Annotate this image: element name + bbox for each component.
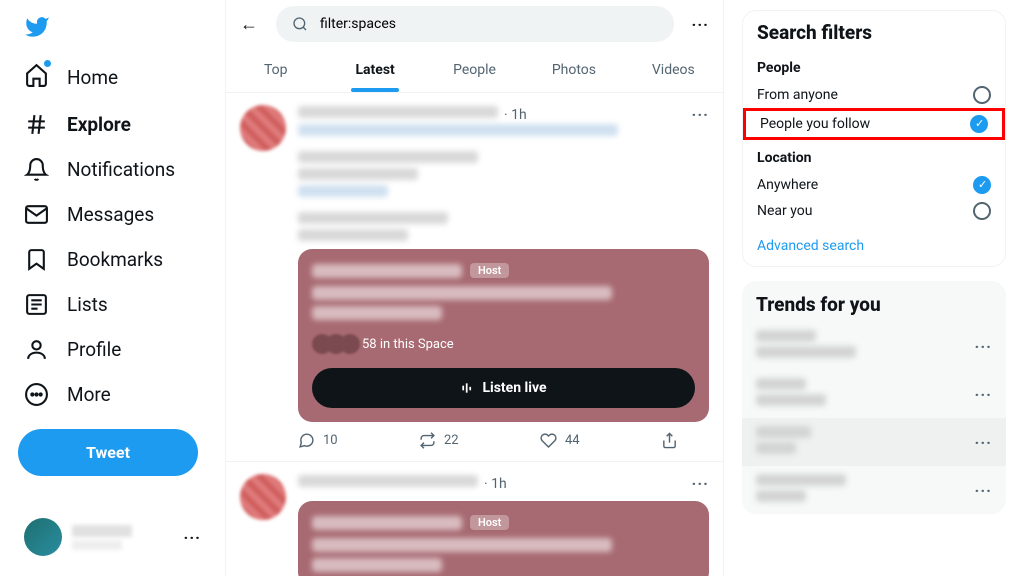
share-button[interactable]	[661, 432, 678, 449]
tab-latest[interactable]: Latest	[325, 48, 424, 92]
hash-icon	[24, 112, 49, 137]
home-icon	[24, 62, 49, 87]
tweet-text	[298, 229, 408, 241]
retweet-button[interactable]: 22	[419, 432, 459, 449]
trend-item[interactable]: ···	[742, 370, 1006, 418]
tweet-text	[298, 124, 618, 136]
nav-profile[interactable]: Profile	[12, 327, 213, 372]
nav-lists-label: Lists	[67, 293, 108, 316]
tweet-time: · 1h	[484, 476, 507, 492]
tweet-avatar[interactable]	[240, 474, 286, 520]
nav-messages-label: Messages	[67, 203, 154, 226]
feed: · 1h ··· Host	[226, 93, 723, 576]
avatar	[24, 518, 62, 556]
tweet-more-icon[interactable]: ···	[692, 105, 709, 124]
radio-icon	[973, 202, 991, 220]
host-badge: Host	[470, 263, 509, 278]
trend-item[interactable]: ···	[742, 322, 1006, 370]
listen-live-button[interactable]: Listen live	[312, 368, 695, 408]
person-icon	[24, 337, 49, 362]
radio-checked-icon	[973, 176, 991, 194]
trend-item[interactable]: ···	[742, 466, 1006, 514]
filter-anywhere[interactable]: Anywhere	[757, 172, 991, 198]
tweet-author	[298, 106, 498, 118]
trend-more-icon[interactable]: ···	[975, 481, 992, 500]
search-filters-panel: Search filters People From anyone People…	[742, 10, 1006, 267]
right-column: Search filters People From anyone People…	[724, 0, 1024, 576]
trend-item[interactable]: ···	[742, 418, 1006, 466]
space-card[interactable]: Host 58 in this Space Listen live	[298, 249, 709, 422]
nav-notifications[interactable]: Notifications	[12, 147, 213, 192]
nav-explore[interactable]: Explore	[12, 102, 213, 147]
tab-people[interactable]: People	[425, 48, 524, 92]
filter-people-title: People	[757, 60, 991, 76]
search-input[interactable]	[320, 16, 658, 32]
nav-notifications-label: Notifications	[67, 158, 175, 181]
tweet-author	[298, 475, 478, 487]
tweet[interactable]: · 1h ··· Host	[226, 93, 723, 462]
mail-icon	[24, 202, 49, 227]
tweet-button[interactable]: Tweet	[18, 429, 198, 476]
list-icon	[24, 292, 49, 317]
search-header: ← ···	[226, 0, 723, 48]
nav-bookmarks-label: Bookmarks	[67, 248, 163, 271]
account-handle	[72, 540, 122, 550]
tweet-actions: 10 22 44	[298, 432, 678, 449]
filter-from-anyone[interactable]: From anyone	[757, 82, 991, 108]
filters-title: Search filters	[743, 11, 1005, 50]
listener-avatars	[312, 334, 354, 354]
advanced-search-link[interactable]: Advanced search	[743, 228, 1005, 254]
tab-videos[interactable]: Videos	[624, 48, 723, 92]
filter-location-title: Location	[757, 150, 991, 166]
space-card[interactable]: Host	[298, 501, 709, 576]
tweet[interactable]: · 1h ··· Host	[226, 462, 723, 576]
account-switcher[interactable]: ···	[12, 510, 213, 564]
twitter-logo-icon[interactable]	[24, 14, 50, 40]
sidebar: Home Explore Notifications Messages Book…	[0, 0, 225, 576]
bookmark-icon	[24, 247, 49, 272]
bell-icon	[24, 157, 49, 182]
tweet-text	[298, 168, 418, 180]
tweet-more-icon[interactable]: ···	[692, 474, 709, 493]
tab-photos[interactable]: Photos	[524, 48, 623, 92]
more-circle-icon	[24, 382, 49, 407]
trend-more-icon[interactable]: ···	[975, 385, 992, 404]
nav-lists[interactable]: Lists	[12, 282, 213, 327]
nav-more[interactable]: More	[12, 372, 213, 417]
nav-messages[interactable]: Messages	[12, 192, 213, 237]
filter-near-you[interactable]: Near you	[757, 198, 991, 224]
main-column: ← ··· Top Latest People Photos Videos · …	[225, 0, 724, 576]
radio-icon	[973, 86, 991, 104]
nav-home[interactable]: Home	[12, 52, 213, 102]
filter-people-you-follow[interactable]: People you follow	[743, 108, 1005, 140]
trend-more-icon[interactable]: ···	[975, 337, 992, 356]
space-listener-count: 58 in this Space	[362, 337, 454, 352]
trend-more-icon[interactable]: ···	[975, 433, 992, 452]
account-name	[72, 525, 132, 537]
tweet-text	[298, 212, 448, 224]
tweet-avatar[interactable]	[240, 105, 286, 151]
search-icon	[292, 16, 308, 32]
tweet-time: · 1h	[504, 107, 527, 123]
tab-top[interactable]: Top	[226, 48, 325, 92]
search-tabs: Top Latest People Photos Videos	[226, 48, 723, 93]
audio-bars-icon	[460, 381, 474, 395]
account-more-icon[interactable]: ···	[184, 528, 201, 547]
nav-home-label: Home	[67, 66, 118, 89]
like-button[interactable]: 44	[540, 432, 580, 449]
search-more-icon[interactable]: ···	[692, 15, 709, 34]
search-box[interactable]	[276, 6, 674, 42]
tweet-text	[298, 185, 388, 197]
host-badge: Host	[470, 515, 509, 530]
reply-button[interactable]: 10	[298, 432, 338, 449]
trends-title: Trends for you	[742, 281, 1006, 322]
nav-bookmarks[interactable]: Bookmarks	[12, 237, 213, 282]
back-arrow-icon[interactable]: ←	[240, 14, 258, 35]
nav-more-label: More	[67, 383, 111, 406]
tweet-text	[298, 151, 478, 163]
radio-checked-icon	[970, 115, 988, 133]
trends-panel: Trends for you ··· ··· ··· ···	[742, 281, 1006, 514]
nav-explore-label: Explore	[67, 113, 131, 136]
nav-profile-label: Profile	[67, 338, 121, 361]
